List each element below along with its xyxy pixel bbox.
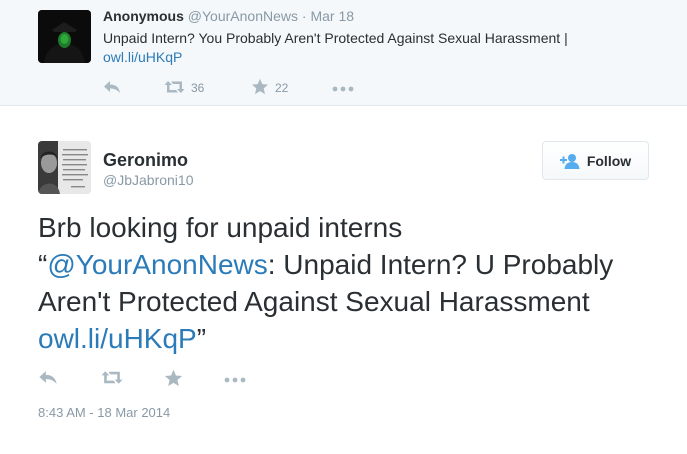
display-name[interactable]: Geronimo <box>103 150 188 171</box>
parent-display-name[interactable]: Anonymous <box>103 8 184 24</box>
parent-favorite-count: 22 <box>275 81 289 95</box>
parent-retweet-count: 36 <box>191 81 205 95</box>
close-quote: ” <box>196 323 207 354</box>
parent-separator: · <box>301 8 307 24</box>
parent-retweet-button[interactable]: 36 <box>164 78 204 98</box>
open-quote: “ <box>38 249 48 280</box>
tweet-text-line: Brb looking for unpaid interns <box>38 212 403 243</box>
reply-button[interactable] <box>38 369 58 389</box>
parent-favorite-button[interactable]: 22 <box>251 78 288 98</box>
add-user-icon <box>559 153 580 169</box>
favorite-button[interactable] <box>164 369 183 389</box>
action-bar <box>38 369 338 389</box>
mention-link[interactable]: @YourAnonNews <box>47 249 267 280</box>
parent-tweet-text: Unpaid Intern? You Probably Aren't Prote… <box>103 29 663 67</box>
parent-handle[interactable]: @YourAnonNews <box>188 8 298 24</box>
tweet-link[interactable]: owl.li/uHKqP <box>38 323 197 354</box>
more-icon <box>224 372 246 386</box>
tweet-text: Brb looking for unpaid interns “@YourAnon… <box>38 209 658 357</box>
star-icon <box>164 369 183 390</box>
follow-button[interactable]: Follow <box>542 141 649 180</box>
parent-tweet-link[interactable]: owl.li/uHKqP <box>103 49 182 65</box>
follow-button-label: Follow <box>586 152 632 169</box>
retweet-button[interactable] <box>101 369 123 389</box>
retweet-icon <box>101 370 123 388</box>
avatar[interactable] <box>38 10 91 63</box>
avatar[interactable] <box>38 141 91 194</box>
parent-more-button[interactable] <box>332 78 354 98</box>
star-icon <box>251 78 269 98</box>
user-handle[interactable]: @JbJabroni10 <box>103 172 194 188</box>
parent-action-bar: 36 22 <box>103 78 403 98</box>
parent-tweet[interactable]: Anonymous @YourAnonNews · Mar 18 Unpaid … <box>0 0 687 106</box>
retweet-icon <box>164 80 185 97</box>
parent-tweet-body: Unpaid Intern? You Probably Aren't Prote… <box>103 30 568 46</box>
parent-reply-button[interactable] <box>103 78 121 98</box>
tweet-timestamp[interactable]: 8:43 AM - 18 Mar 2014 <box>38 405 170 420</box>
parent-date[interactable]: Mar 18 <box>310 8 354 24</box>
parent-tweet-header: Anonymous @YourAnonNews · Mar 18 <box>103 8 354 24</box>
more-button[interactable] <box>224 369 246 389</box>
reply-icon <box>38 370 58 388</box>
reply-icon <box>103 80 121 97</box>
more-icon <box>332 81 354 95</box>
